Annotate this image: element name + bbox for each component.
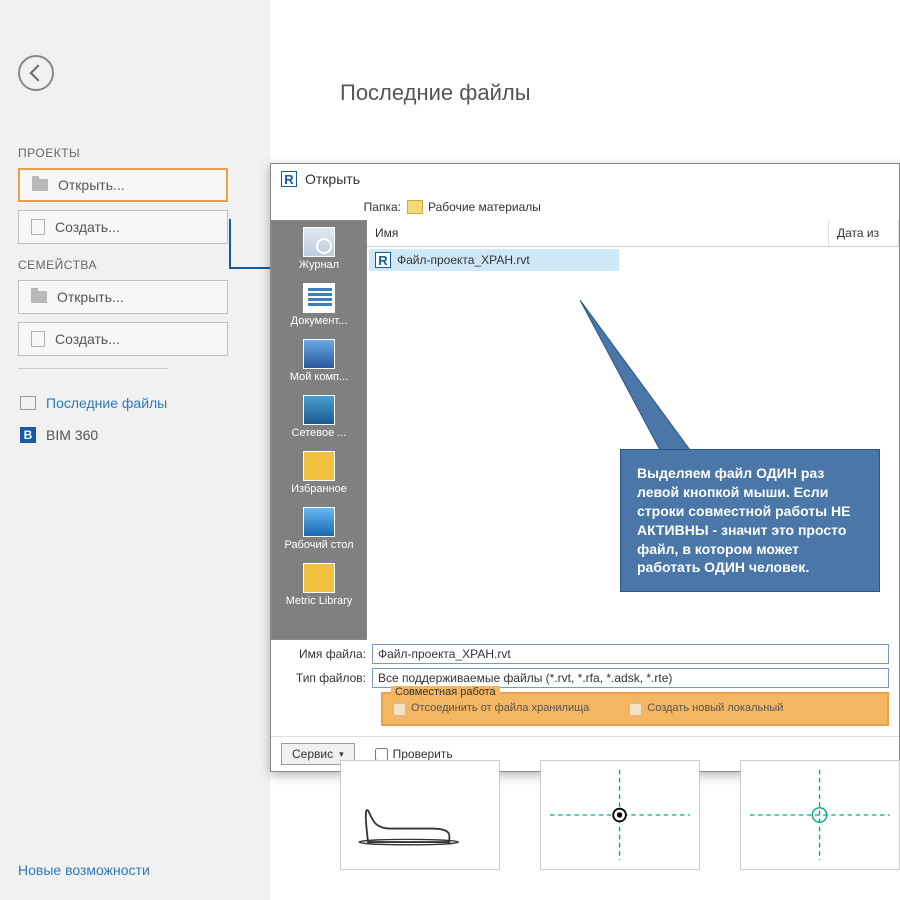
families-section-label: СЕМЕЙСТВА xyxy=(18,258,252,272)
desktop-icon xyxy=(303,507,335,537)
place-favorites[interactable]: Избранное xyxy=(272,445,366,501)
revit-file-icon: R xyxy=(375,252,391,268)
detach-checkbox-input xyxy=(393,703,406,716)
favorites-icon xyxy=(303,451,335,481)
newlocal-label: Создать новый локальный xyxy=(647,702,783,714)
journal-icon xyxy=(303,227,335,257)
file-name: Файл-проекта_ХРАН.rvt xyxy=(397,253,530,267)
sidebar-item-recent[interactable]: Последние файлы xyxy=(18,387,252,419)
filetype-field[interactable]: Все поддерживаемые файлы (*.rvt, *.rfa, … xyxy=(372,668,889,688)
projects-open-label: Открыть... xyxy=(58,177,125,193)
callout-box: Выделяем файл ОДИН раз левой кнопкой мыш… xyxy=(620,449,880,592)
folder-row: Папка: Рабочие материалы xyxy=(271,194,899,220)
dialog-bottom: Имя файла: Файл-проекта_ХРАН.rvt Тип фай… xyxy=(271,640,899,736)
thumbnail-3[interactable] xyxy=(740,760,900,870)
newlocal-checkbox-input xyxy=(629,703,642,716)
library-icon xyxy=(303,563,335,593)
new-features-link[interactable]: Новые возможности xyxy=(18,862,150,878)
recent-thumbnails xyxy=(340,760,900,870)
bim360-label: BIM 360 xyxy=(46,427,98,443)
place-mycomputer-label: Мой комп... xyxy=(290,371,348,383)
workshare-group: Совместная работа Отсоединить от файла х… xyxy=(381,692,889,726)
place-library-label: Metric Library xyxy=(286,595,353,607)
revit-icon: R xyxy=(281,171,297,187)
recent-files-icon xyxy=(20,396,36,410)
bim360-icon: B xyxy=(20,427,36,443)
file-row-selected[interactable]: R Файл-проекта_ХРАН.rvt xyxy=(369,249,619,271)
callout-text: Выделяем файл ОДИН раз левой кнопкой мыш… xyxy=(637,465,850,575)
families-create-button[interactable]: Создать... xyxy=(18,322,228,356)
place-documents[interactable]: Документ... xyxy=(272,277,366,333)
families-open-label: Открыть... xyxy=(57,289,124,305)
folder-label: Папка: xyxy=(341,200,401,214)
folder-open-icon xyxy=(32,179,48,191)
computer-icon xyxy=(303,339,335,369)
network-icon xyxy=(303,395,335,425)
filename-label: Имя файла: xyxy=(281,647,366,661)
places-bar: Журнал Документ... Мой комп... Сетевое .… xyxy=(271,220,367,640)
column-name[interactable]: Имя xyxy=(367,220,829,246)
thumbnail-1[interactable] xyxy=(340,760,500,870)
place-journal-label: Журнал xyxy=(299,259,339,271)
projects-create-button[interactable]: Создать... xyxy=(18,210,228,244)
back-button[interactable] xyxy=(18,55,54,91)
filetype-label: Тип файлов: xyxy=(281,671,366,685)
thumbnail-2[interactable] xyxy=(540,760,700,870)
filename-field[interactable]: Файл-проекта_ХРАН.rvt xyxy=(372,644,889,664)
folder-value: Рабочие материалы xyxy=(428,200,541,214)
projects-create-label: Создать... xyxy=(55,219,120,235)
column-date[interactable]: Дата из xyxy=(829,220,899,246)
folder-dropdown[interactable]: Рабочие материалы xyxy=(407,200,541,214)
workshare-title: Совместная работа xyxy=(391,686,500,698)
service-label: Сервис xyxy=(292,747,333,761)
sidebar-item-bim360[interactable]: B BIM 360 xyxy=(18,419,252,451)
newlocal-checkbox[interactable]: Создать новый локальный xyxy=(629,702,783,716)
page-title: Последние файлы xyxy=(270,0,900,106)
place-desktop-label: Рабочий стол xyxy=(284,539,353,551)
families-open-button[interactable]: Открыть... xyxy=(18,280,228,314)
place-network[interactable]: Сетевое ... xyxy=(272,389,366,445)
projects-open-button[interactable]: Открыть... xyxy=(18,168,228,202)
new-document-icon xyxy=(31,331,45,347)
detach-checkbox[interactable]: Отсоединить от файла хранилища xyxy=(393,702,589,716)
documents-icon xyxy=(303,283,335,313)
check-label: Проверить xyxy=(393,747,453,761)
place-favorites-label: Избранное xyxy=(291,483,347,495)
place-desktop[interactable]: Рабочий стол xyxy=(272,501,366,557)
place-documents-label: Документ... xyxy=(291,315,348,327)
filetype-row: Тип файлов: Все поддерживаемые файлы (*.… xyxy=(281,668,889,688)
folder-icon xyxy=(407,200,423,214)
start-sidebar: ПРОЕКТЫ Открыть... Создать... СЕМЕЙСТВА … xyxy=(0,0,270,900)
recent-files-label: Последние файлы xyxy=(46,395,167,411)
detach-label: Отсоединить от файла хранилища xyxy=(411,702,589,714)
place-journal[interactable]: Журнал xyxy=(272,221,366,277)
dialog-titlebar: R Открыть xyxy=(271,164,899,194)
families-create-label: Создать... xyxy=(55,331,120,347)
new-document-icon xyxy=(31,219,45,235)
place-mycomputer[interactable]: Мой комп... xyxy=(272,333,366,389)
divider xyxy=(18,368,168,369)
dialog-title-text: Открыть xyxy=(305,171,360,187)
check-checkbox-input[interactable] xyxy=(375,748,388,761)
projects-section-label: ПРОЕКТЫ xyxy=(18,146,252,160)
check-checkbox[interactable]: Проверить xyxy=(375,747,453,761)
place-library[interactable]: Metric Library xyxy=(272,557,366,613)
place-network-label: Сетевое ... xyxy=(292,427,347,439)
filename-row: Имя файла: Файл-проекта_ХРАН.rvt xyxy=(281,644,889,664)
file-list-header: Имя Дата из xyxy=(367,220,899,247)
folder-open-icon xyxy=(31,291,47,303)
